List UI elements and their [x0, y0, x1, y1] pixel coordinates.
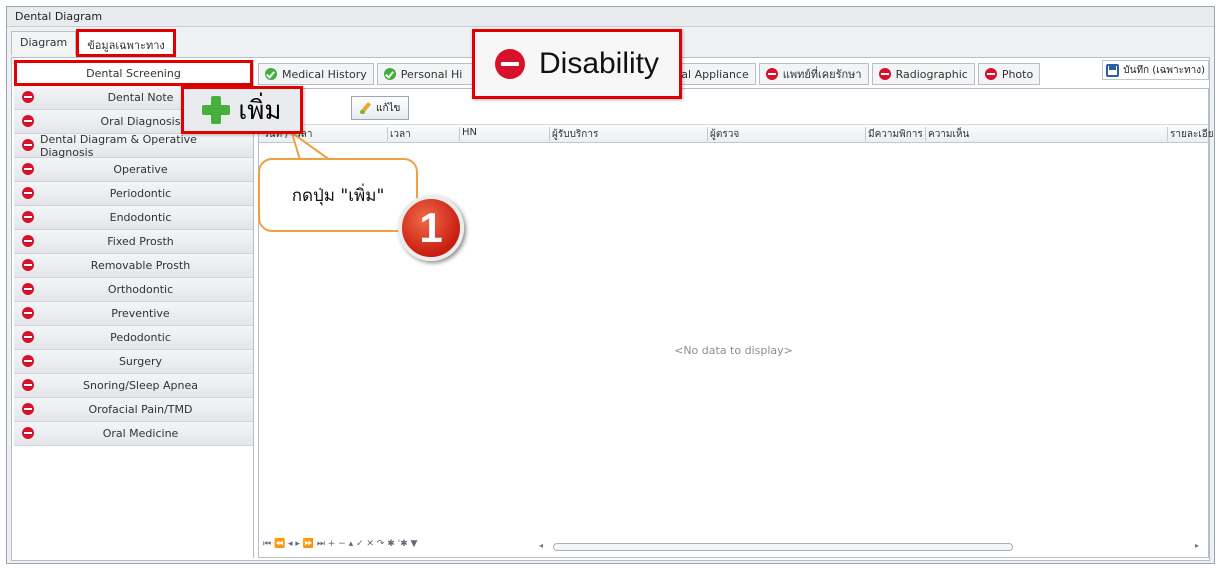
add-button-zoom[interactable]: เพิ่ม: [181, 86, 303, 134]
instruction-callout: กดปุ่ม "เพิ่ม": [258, 158, 418, 232]
callout-tail: [290, 130, 334, 161]
plus-icon: [202, 96, 231, 124]
step-number-badge: 1: [398, 195, 464, 261]
add-button-label: เพิ่ม: [238, 95, 282, 126]
